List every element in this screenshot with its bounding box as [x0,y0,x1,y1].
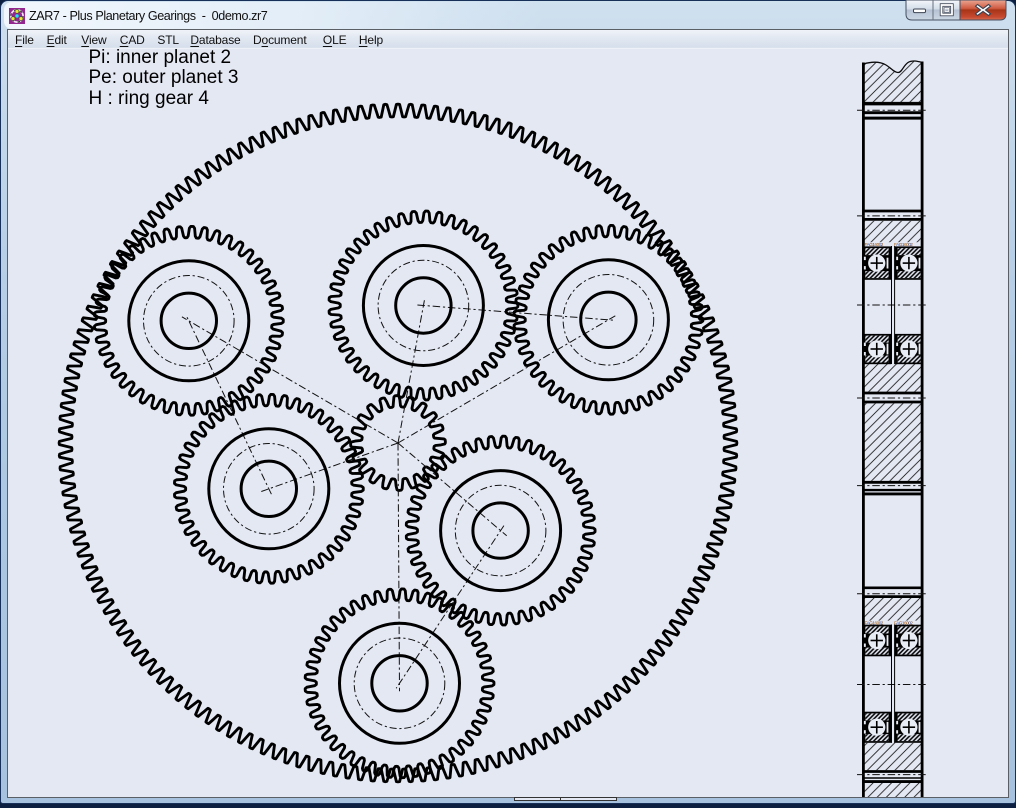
svg-text:FAG16002: FAG16002 [865,620,884,625]
svg-text:FAG16002: FAG16002 [894,620,913,625]
svg-text:FAG16002: FAG16002 [865,242,884,247]
svg-text:FAG16002: FAG16002 [894,242,913,247]
